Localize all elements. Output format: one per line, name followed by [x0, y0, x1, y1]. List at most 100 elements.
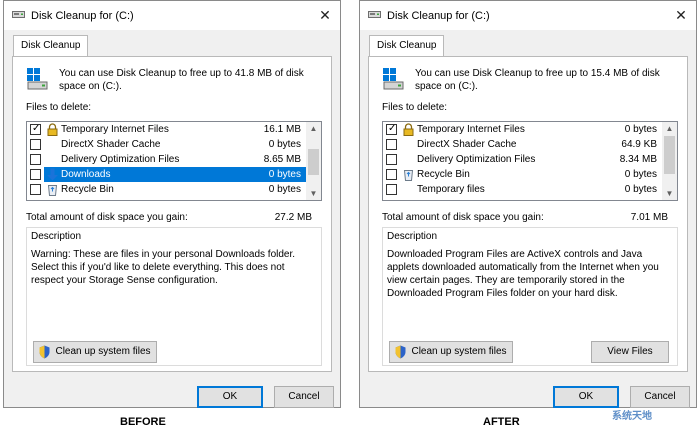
- total-gain-value: 27.2 MB: [274, 212, 312, 223]
- list-item[interactable]: DirectX Shader Cache 0 bytes: [27, 137, 307, 152]
- file-size: 8.34 MB: [619, 154, 657, 165]
- file-size: 0 bytes: [268, 169, 301, 180]
- tab-disk-cleanup[interactable]: Disk Cleanup: [369, 35, 445, 56]
- view-files-button[interactable]: View Files: [591, 341, 669, 363]
- checkbox[interactable]: [30, 154, 41, 165]
- scroll-thumb[interactable]: [308, 149, 319, 175]
- uac-shield-icon: [39, 345, 50, 359]
- total-gain-label: Total amount of disk space you gain:: [26, 212, 188, 223]
- file-name: Temporary Internet Files: [61, 124, 169, 135]
- watermark-text: 系统天地: [612, 411, 652, 422]
- lock-icon: [47, 123, 58, 136]
- disk-cleanup-window-before: Disk Cleanup for (C:) ✕ Disk Cleanup You…: [3, 0, 341, 408]
- close-icon[interactable]: ✕: [317, 7, 333, 23]
- check-mark-icon: ✓: [32, 123, 41, 134]
- file-size: 64.9 KB: [621, 139, 657, 150]
- checkbox[interactable]: [30, 139, 41, 150]
- file-name: Delivery Optimization Files: [61, 154, 180, 165]
- file-name: Temporary files: [417, 184, 485, 195]
- check-mark-icon: ✓: [388, 123, 397, 134]
- description-group: Description Warning: These are files in …: [26, 227, 322, 366]
- file-name: Recycle Bin: [417, 169, 470, 180]
- disk-cleanup-window-after: Disk Cleanup for (C:) ✕ Disk Cleanup You…: [359, 0, 697, 408]
- drive-cleanup-icon: [383, 68, 404, 90]
- description-label: Description: [387, 231, 438, 242]
- file-size: 0 bytes: [268, 184, 301, 195]
- ok-button[interactable]: OK: [553, 386, 619, 408]
- list-item[interactable]: Delivery Optimization Files 8.65 MB: [27, 152, 307, 167]
- recycle-bin-icon: [47, 185, 58, 196]
- description-label: Description: [31, 231, 82, 242]
- tab-panel: You can use Disk Cleanup to free up to 1…: [368, 56, 688, 372]
- checkbox[interactable]: [30, 169, 41, 180]
- checkbox[interactable]: ✓: [30, 123, 41, 135]
- after-caption: AFTER: [483, 416, 520, 428]
- scroll-thumb[interactable]: [664, 136, 675, 174]
- list-item[interactable]: ✓ Temporary Internet Files 0 bytes: [383, 122, 663, 137]
- file-size: 0 bytes: [624, 124, 657, 135]
- window-title: Disk Cleanup for (C:): [31, 10, 134, 22]
- file-name: Recycle Bin: [61, 184, 114, 195]
- cancel-button[interactable]: Cancel: [274, 386, 334, 408]
- drive-cleanup-icon: [27, 68, 48, 90]
- ok-button[interactable]: OK: [197, 386, 263, 408]
- file-size: 0 bytes: [624, 184, 657, 195]
- list-scrollbar[interactable]: ▲ ▼: [306, 122, 321, 200]
- list-item[interactable]: DirectX Shader Cache 64.9 KB: [383, 137, 663, 152]
- file-size: 16.1 MB: [263, 124, 301, 135]
- total-gain-label: Total amount of disk space you gain:: [382, 212, 544, 223]
- title-bar: Disk Cleanup for (C:) ✕: [360, 1, 696, 30]
- intro-text: You can use Disk Cleanup to free up to 1…: [415, 68, 660, 92]
- list-item-selected[interactable]: Downloads 0 bytes: [27, 167, 307, 182]
- description-text: Downloaded Program Files are ActiveX con…: [387, 249, 659, 299]
- file-size: 8.65 MB: [263, 154, 301, 165]
- uac-shield-icon: [395, 345, 406, 359]
- total-gain-row: Total amount of disk space you gain: 7.0…: [382, 212, 678, 223]
- list-item[interactable]: Recycle Bin 0 bytes: [383, 167, 663, 182]
- lock-icon: [403, 123, 414, 136]
- intro-text: You can use Disk Cleanup to free up to 4…: [59, 68, 304, 92]
- clean-up-system-files-button[interactable]: Clean up system files: [389, 341, 513, 363]
- checkbox[interactable]: [386, 154, 397, 165]
- clean-up-system-files-button[interactable]: Clean up system files: [33, 341, 157, 363]
- recycle-bin-icon: [403, 170, 414, 181]
- tab-disk-cleanup[interactable]: Disk Cleanup: [13, 35, 89, 56]
- disk-cleanup-icon: [12, 11, 25, 18]
- cancel-button[interactable]: Cancel: [630, 386, 690, 408]
- tab-strip: Disk Cleanup: [4, 30, 340, 56]
- list-item[interactable]: ✓ Temporary Internet Files 16.1 MB: [27, 122, 307, 137]
- scroll-up-icon[interactable]: ▲: [306, 122, 321, 135]
- checkbox[interactable]: [386, 169, 397, 180]
- download-arrow-icon: [47, 168, 58, 181]
- checkbox[interactable]: [386, 139, 397, 150]
- file-name: DirectX Shader Cache: [61, 139, 161, 150]
- before-caption: BEFORE: [120, 416, 166, 428]
- file-size: 0 bytes: [268, 139, 301, 150]
- close-icon[interactable]: ✕: [673, 7, 689, 23]
- clean-up-system-files-label: Clean up system files: [55, 346, 151, 357]
- scroll-up-icon[interactable]: ▲: [662, 122, 677, 135]
- list-item[interactable]: Delivery Optimization Files 8.34 MB: [383, 152, 663, 167]
- tab-strip: Disk Cleanup: [360, 30, 696, 56]
- list-item[interactable]: Recycle Bin 0 bytes: [27, 182, 307, 197]
- description-text: Warning: These are files in your persona…: [31, 249, 296, 286]
- file-name: Temporary Internet Files: [417, 124, 525, 135]
- list-item[interactable]: Temporary files 0 bytes: [383, 182, 663, 197]
- files-to-delete-label: Files to delete:: [382, 102, 448, 113]
- list-scrollbar[interactable]: ▲ ▼: [662, 122, 677, 200]
- checkbox[interactable]: ✓: [386, 123, 397, 135]
- scroll-down-icon[interactable]: ▼: [662, 187, 677, 200]
- scroll-down-icon[interactable]: ▼: [306, 187, 321, 200]
- files-to-delete-label: Files to delete:: [26, 102, 92, 113]
- description-group: Description Downloaded Program Files are…: [382, 227, 678, 366]
- files-list[interactable]: ✓ Temporary Internet Files 0 bytes Direc…: [382, 121, 678, 201]
- tab-panel: You can use Disk Cleanup to free up to 4…: [12, 56, 332, 372]
- title-bar: Disk Cleanup for (C:) ✕: [4, 1, 340, 30]
- total-gain-row: Total amount of disk space you gain: 27.…: [26, 212, 322, 223]
- window-title: Disk Cleanup for (C:): [387, 10, 490, 22]
- file-name: DirectX Shader Cache: [417, 139, 517, 150]
- file-name: Downloads: [61, 169, 111, 180]
- checkbox[interactable]: [30, 184, 41, 195]
- files-list[interactable]: ✓ Temporary Internet Files 16.1 MB Direc…: [26, 121, 322, 201]
- checkbox[interactable]: [386, 184, 397, 195]
